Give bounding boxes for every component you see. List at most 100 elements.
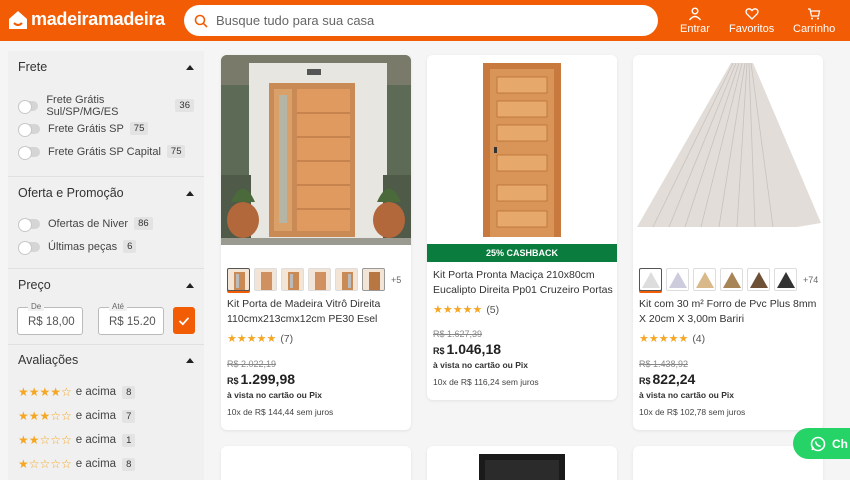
cart-label: Carrinho — [793, 23, 836, 35]
filter-avaliacoes-header[interactable]: Avaliações — [18, 345, 194, 367]
thumbnail[interactable] — [227, 268, 250, 291]
filters-sidebar: Frete Frete Grátis Sul/SP/MG/ES 36 Frete … — [8, 51, 204, 480]
rating-stars-icon: ★★★★★ — [227, 333, 277, 345]
rating-filter-row[interactable]: ★☆☆☆☆ e acima 8 — [18, 452, 194, 476]
thumbnail[interactable] — [774, 268, 797, 291]
filter-count-badge: 36 — [175, 99, 194, 112]
rating-stars-icon: ★★★★★ — [433, 304, 483, 316]
product-title[interactable]: Kit Porta de Madeira Vitrô Direita 110cm… — [227, 297, 407, 327]
payment-note: à vista no cartão ou Pix — [639, 390, 734, 400]
old-price: R$ 2.022,19 — [227, 359, 277, 369]
rating-stars-icon: ★★★☆☆ — [18, 409, 72, 423]
login-button[interactable]: Entrar — [680, 7, 710, 35]
rating-stars-icon: ★★★★★ — [639, 333, 689, 345]
filter-preco-header[interactable]: Preço — [18, 269, 194, 292]
search-input[interactable] — [216, 13, 636, 28]
thumbnail[interactable] — [693, 268, 716, 291]
favorites-label: Favoritos — [729, 23, 775, 35]
old-price: R$ 1.438,92 — [639, 359, 689, 369]
price-min-value: R$ 18,00 — [28, 316, 75, 328]
product-image[interactable] — [427, 55, 617, 245]
product-card[interactable]: +5 Kit Porta de Madeira Vitrô Direita 11… — [221, 55, 411, 430]
filter-oferta: Oferta e Promoção Ofertas de Niver 86 Últ… — [8, 177, 204, 269]
toggle-switch[interactable] — [18, 122, 40, 137]
whatsapp-icon — [810, 436, 826, 451]
more-thumbnails[interactable]: +5 — [391, 275, 401, 285]
toggle-switch[interactable] — [18, 217, 40, 232]
product-card[interactable]: +74 Kit com 30 m² Forro de Pvc Plus 8mm … — [633, 55, 823, 430]
price-max-value: R$ 15.20 — [109, 316, 156, 328]
filter-option[interactable]: Frete Grátis Sul/SP/MG/ES 36 — [18, 94, 194, 118]
current-price: R$ 1.046,18 — [433, 341, 501, 357]
installments: 10x de R$ 116,24 sem juros — [433, 377, 539, 387]
price-min-input[interactable]: De R$ 18,00 — [17, 302, 83, 335]
rating-label: e acima — [75, 410, 117, 422]
product-image[interactable] — [221, 55, 411, 245]
thumbnail[interactable] — [308, 268, 331, 291]
filter-oferta-title: Oferta e Promoção — [18, 186, 124, 200]
product-title[interactable]: Kit com 30 m² Forro de Pvc Plus 8mm X 20… — [639, 297, 819, 327]
product-title[interactable]: Kit Porta Pronta Maciça 210x80cm Eucalip… — [433, 268, 613, 298]
price-max-input[interactable]: Até R$ 15.20 — [98, 302, 164, 335]
filter-option-label: Últimas peças — [48, 240, 118, 253]
filter-option-label: Frete Grátis SP — [48, 122, 124, 135]
filter-frete-header[interactable]: Frete — [18, 51, 194, 74]
product-rating: ★★★★★ (4) — [639, 332, 705, 346]
whatsapp-chat-button[interactable]: Ch — [793, 428, 850, 459]
toggle-switch[interactable] — [18, 240, 40, 255]
filter-option[interactable]: Ofertas de Niver 86 — [18, 212, 194, 235]
apply-price-button[interactable] — [173, 307, 195, 334]
product-image[interactable] — [633, 55, 823, 245]
toggle-switch[interactable] — [18, 99, 39, 114]
filter-option-label: Ofertas de Niver — [48, 217, 129, 230]
rating-filter-row[interactable]: ★★☆☆☆ e acima 1 — [18, 428, 194, 452]
toggle-switch[interactable] — [18, 145, 40, 160]
filter-option[interactable]: Últimas peças 6 — [18, 235, 194, 258]
price-max-label: Até — [109, 302, 128, 311]
installments: 10x de R$ 102,78 sem juros — [639, 407, 746, 417]
filter-oferta-header[interactable]: Oferta e Promoção — [18, 177, 194, 200]
more-thumbnails[interactable]: +74 — [803, 275, 818, 285]
price-value: 1.299,98 — [240, 371, 296, 387]
filter-count-badge: 1 — [122, 433, 136, 447]
installments: 10x de R$ 144,44 sem juros — [227, 407, 334, 417]
filter-option[interactable]: Frete Grátis SP 75 — [18, 117, 194, 140]
login-label: Entrar — [680, 23, 710, 35]
rating-filter-row[interactable]: ★★★☆☆ e acima 7 — [18, 404, 194, 428]
filter-count-badge: 75 — [129, 122, 149, 135]
filter-count-badge: 6 — [123, 240, 137, 253]
review-count: (5) — [486, 303, 500, 316]
filter-option[interactable]: Frete Grátis SP Capital 75 — [18, 140, 194, 163]
thumbnail[interactable] — [747, 268, 770, 291]
thumbnail[interactable] — [335, 268, 358, 291]
thumbnail[interactable] — [254, 268, 277, 291]
thumbnail[interactable] — [666, 268, 689, 291]
search-bar[interactable] — [184, 5, 658, 36]
current-price: R$ 822,24 — [639, 371, 695, 387]
collapse-caret-icon — [186, 190, 194, 196]
price-value: 822,24 — [652, 371, 696, 387]
user-icon — [688, 7, 702, 21]
thumbnail[interactable] — [720, 268, 743, 291]
thumbnail[interactable] — [362, 268, 385, 291]
cart-button[interactable]: Carrinho — [793, 7, 835, 35]
favorites-button[interactable]: Favoritos — [729, 7, 774, 35]
rating-label: e acima — [75, 458, 117, 470]
site-logo[interactable]: madeiramadeira — [8, 9, 165, 30]
rating-filter-row[interactable]: ★★★★☆ e acima 8 — [18, 380, 194, 404]
product-image[interactable] — [427, 446, 617, 480]
thumbnail[interactable] — [639, 268, 662, 291]
rating-label: e acima — [75, 386, 117, 398]
price-min-label: De — [28, 302, 45, 311]
rating-stars-icon: ★★★★☆ — [18, 385, 72, 399]
product-card[interactable] — [427, 446, 617, 480]
product-card[interactable]: 25% CASHBACK Kit Porta Pronta Maciça 210… — [427, 55, 617, 400]
check-icon — [178, 316, 190, 325]
product-card[interactable] — [221, 446, 411, 480]
filter-count-badge: 86 — [134, 217, 153, 230]
collapse-caret-icon — [186, 64, 194, 70]
product-rating: ★★★★★ (5) — [433, 303, 500, 317]
payment-note: à vista no cartão ou Pix — [433, 360, 528, 370]
thumbnail[interactable] — [281, 268, 304, 291]
heart-icon — [745, 8, 759, 20]
